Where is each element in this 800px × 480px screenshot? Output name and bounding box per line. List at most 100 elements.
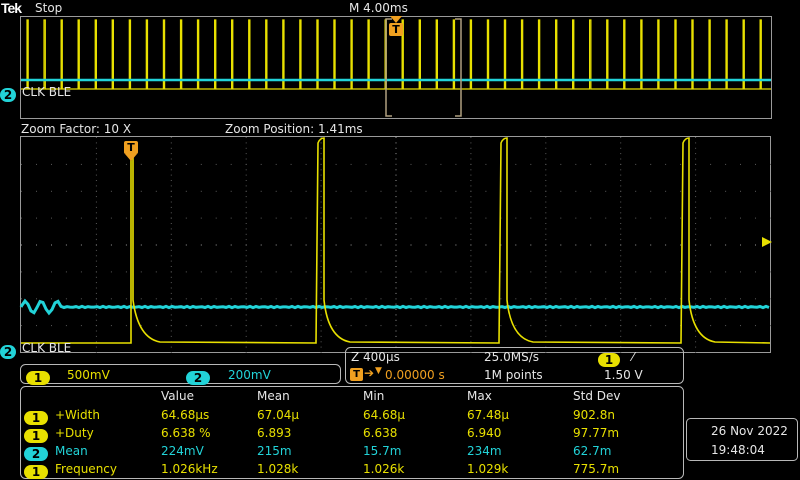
graticule-dot bbox=[305, 271, 307, 273]
graticule-dot bbox=[740, 325, 741, 327]
graticule-dot bbox=[170, 217, 172, 219]
graticule-dot bbox=[695, 244, 697, 246]
graticule-dot bbox=[335, 217, 337, 219]
table-row[interactable]: 2 bbox=[24, 443, 48, 462]
graticule-dot bbox=[695, 292, 697, 294]
graticule-dot bbox=[695, 341, 697, 343]
trigger-source[interactable]: 1 bbox=[598, 349, 620, 368]
trigger-position[interactable]: 0.00000 s bbox=[385, 368, 445, 382]
graticule-dot bbox=[245, 260, 247, 262]
graticule-dot bbox=[215, 271, 217, 273]
ch1-badge: 1 bbox=[598, 353, 620, 367]
overview-ch2-indicator[interactable]: 2 bbox=[0, 84, 16, 103]
graticule-dot bbox=[620, 244, 622, 246]
zoom-timebase[interactable]: Z 400µs bbox=[351, 350, 400, 364]
date: 26 Nov 2022 bbox=[711, 424, 788, 438]
graticule-dot bbox=[230, 325, 232, 327]
graticule-dot bbox=[245, 249, 247, 251]
graticule-dot bbox=[170, 190, 172, 192]
graticule-dot bbox=[36, 325, 37, 327]
graticule-dot bbox=[575, 163, 577, 165]
graticule-dot bbox=[170, 137, 172, 138]
graticule-dot bbox=[245, 282, 247, 284]
graticule-dot bbox=[500, 325, 502, 327]
graticule-dot bbox=[170, 276, 172, 278]
graticule-dot bbox=[200, 271, 202, 273]
graticule-dot bbox=[245, 190, 247, 192]
graticule-dot bbox=[530, 217, 532, 219]
graticule-dot bbox=[335, 190, 337, 192]
graticule-dot bbox=[605, 298, 607, 300]
graticule-dot bbox=[695, 255, 697, 257]
graticule-dot bbox=[695, 260, 697, 262]
graticule-dot bbox=[545, 174, 547, 176]
graticule-dot bbox=[650, 271, 652, 273]
graticule-dot bbox=[95, 163, 97, 165]
graticule-dot bbox=[320, 223, 322, 224]
ch2-scale-readout[interactable]: 2 bbox=[186, 367, 210, 386]
graticule-dot bbox=[365, 217, 367, 219]
graticule-dot bbox=[320, 276, 322, 278]
graticule-dot bbox=[545, 244, 547, 246]
graticule-dot bbox=[425, 163, 427, 165]
graticule-dot bbox=[95, 287, 97, 289]
graticule-dot bbox=[620, 325, 622, 327]
graticule-dot bbox=[620, 303, 622, 305]
measure-max: 234m bbox=[467, 444, 502, 458]
ch1-scale: 500mV bbox=[67, 368, 110, 382]
graticule-dot bbox=[620, 228, 622, 230]
graticule-dot bbox=[470, 153, 472, 155]
graticule-dot bbox=[395, 217, 397, 219]
graticule-dot bbox=[245, 206, 247, 208]
graticule-dot bbox=[245, 147, 247, 149]
graticule-dot bbox=[755, 325, 756, 327]
graticule-dot bbox=[740, 298, 741, 300]
graticule-dot bbox=[485, 217, 487, 219]
graticule-dot bbox=[560, 190, 562, 192]
graticule-dot bbox=[620, 314, 622, 316]
graticule-dot bbox=[95, 174, 97, 176]
graticule-dot bbox=[695, 228, 697, 230]
graticule-dot bbox=[620, 287, 622, 289]
graticule-dot bbox=[770, 244, 771, 246]
graticule-dot bbox=[530, 163, 532, 165]
graticule-dot bbox=[620, 174, 622, 176]
graticule-dot bbox=[275, 325, 277, 327]
graticule-dot bbox=[95, 180, 97, 181]
graticule-dot bbox=[170, 260, 172, 262]
graticule-dot bbox=[275, 163, 277, 165]
graticule-dot bbox=[95, 341, 97, 343]
graticule-dot bbox=[365, 163, 367, 165]
graticule-dot bbox=[275, 244, 277, 246]
graticule-dot bbox=[65, 244, 67, 246]
graticule-dot bbox=[395, 239, 397, 241]
graticule-dot bbox=[305, 325, 307, 327]
graticule-dot bbox=[320, 292, 322, 294]
graticule-dot bbox=[320, 352, 322, 353]
graticule-dot bbox=[36, 217, 37, 219]
graticule-dot bbox=[740, 244, 741, 246]
table-row[interactable]: 1 bbox=[24, 461, 48, 480]
graticule-dot bbox=[230, 271, 232, 273]
graticule-dot bbox=[95, 319, 97, 321]
graticule-dot bbox=[185, 244, 187, 246]
graticule-dot bbox=[36, 271, 37, 273]
graticule-dot bbox=[95, 206, 97, 208]
graticule-dot bbox=[95, 282, 97, 284]
graticule-dot bbox=[575, 190, 577, 192]
table-row[interactable]: 1 bbox=[24, 425, 48, 444]
trigger-level[interactable]: 1.50 V bbox=[604, 368, 643, 382]
measure-mean: 6.893 bbox=[257, 426, 292, 440]
graticule-dot bbox=[590, 217, 592, 219]
zoom-ch2-indicator[interactable]: 2 bbox=[0, 341, 16, 360]
ch1-scale-readout[interactable]: 1 bbox=[26, 367, 50, 386]
graticule-dot bbox=[170, 206, 172, 208]
graticule-dot bbox=[590, 244, 592, 246]
graticule-dot bbox=[320, 212, 322, 214]
graticule-dot bbox=[320, 346, 322, 348]
graticule-dot bbox=[515, 217, 517, 219]
graticule-dot bbox=[545, 201, 547, 203]
graticule-dot bbox=[320, 147, 322, 149]
graticule-dot bbox=[290, 217, 292, 219]
table-row[interactable]: 1 bbox=[24, 407, 48, 426]
